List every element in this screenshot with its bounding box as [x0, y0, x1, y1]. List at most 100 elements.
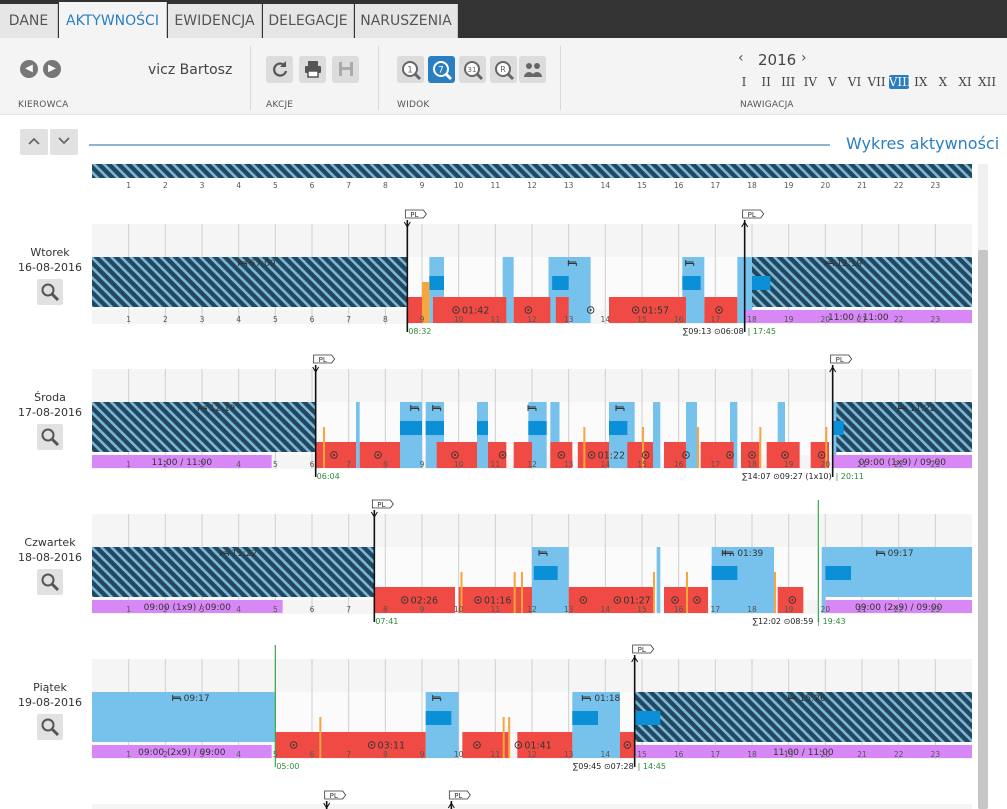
hour-tick-label: 23: [931, 460, 941, 469]
hour-tick-label: 14: [601, 315, 611, 324]
daily-summary: ∑09:13 ⊙06:08: [683, 327, 744, 336]
hour-tick-label: 10: [454, 315, 464, 324]
next-year-button[interactable]: ›: [801, 50, 807, 66]
lane-background: [92, 804, 972, 809]
hour-tick-label: 2: [163, 315, 168, 324]
month-12[interactable]: XII: [977, 75, 997, 89]
month-10[interactable]: X: [933, 75, 953, 89]
end-time: | 17:45: [748, 327, 776, 336]
print-button[interactable]: [299, 56, 326, 83]
hour-tick-label: 3: [200, 315, 205, 324]
hour-tick-label: 12: [527, 181, 537, 190]
work-mark: [653, 572, 655, 613]
scroll-up-button[interactable]: [20, 129, 48, 155]
section-title: Wykres aktywności: [846, 134, 1000, 153]
range-view-button[interactable]: R: [490, 56, 517, 83]
hour-tick-label: 13: [564, 315, 574, 324]
work-mark: [759, 427, 762, 468]
hour-tick-label: 22: [894, 315, 904, 324]
work-mark: [508, 717, 511, 758]
month-1[interactable]: I: [734, 75, 754, 89]
hour-tick-label: 6: [310, 750, 315, 759]
hour-tick-label: 11: [491, 605, 501, 614]
vertical-scrollbar[interactable]: [978, 164, 988, 809]
day-zoom-button[interactable]: [37, 569, 63, 595]
month-3[interactable]: III: [778, 75, 798, 89]
work-mark: [686, 572, 688, 613]
month-5[interactable]: V: [822, 75, 842, 89]
hour-tick-label: 1: [126, 605, 131, 614]
tab-naruszenia[interactable]: NARUSZENIA: [355, 4, 458, 38]
hour-tick-label: 21: [857, 750, 867, 759]
section-header: Wykres aktywności: [0, 122, 1007, 164]
search-icon: [41, 283, 60, 302]
rest-period-label: 09:00 (1x9) / 09:00: [144, 603, 232, 613]
scrollbar-thumb[interactable]: [978, 250, 988, 809]
separator: [560, 46, 561, 110]
group-label-kierowca: KIEROWCA: [18, 100, 69, 110]
availability-bar: [572, 711, 598, 725]
start-time: 08:32: [408, 327, 431, 336]
hour-tick-label: 21: [857, 181, 867, 190]
availability-bar: [425, 421, 444, 435]
hour-tick-label: 7: [346, 750, 351, 759]
day-view-button[interactable]: 1: [397, 56, 424, 83]
hour-tick-label: 12: [527, 460, 537, 469]
lane-day-4: 09:17 15:26 01:18 03:11 01:41 09:00 (2x9) / 0…: [92, 644, 972, 771]
range-view-icon: R: [494, 61, 514, 81]
day-zoom-button[interactable]: [37, 424, 63, 450]
availability-bar: [425, 711, 452, 725]
hour-tick-label: 14: [601, 750, 611, 759]
tab-ewidencja[interactable]: EWIDENCJA: [168, 4, 262, 38]
availability-bar: [400, 421, 422, 435]
work-mark: [513, 572, 516, 613]
hour-tick-label: 18: [747, 181, 757, 190]
day-zoom-button[interactable]: [37, 279, 63, 305]
lane-day-1: 67:00 12:19 01:42 01:57 11:00 / 11:00 1 2 3 4 5 6 7…: [92, 209, 972, 336]
hour-tick-label: 11: [491, 460, 501, 469]
week-view-button[interactable]: 7: [428, 56, 455, 83]
hour-tick-label: 6: [310, 460, 315, 469]
end-time: | 20:11: [836, 472, 864, 481]
hour-tick-label: 20: [821, 605, 831, 614]
month-6[interactable]: VI: [845, 75, 865, 89]
month-7[interactable]: VII: [867, 75, 887, 89]
month-8[interactable]: VIII: [888, 75, 912, 89]
hour-tick-label: 22: [894, 181, 904, 190]
hour-tick-label: 10: [454, 750, 464, 759]
separator: [378, 46, 379, 110]
hour-tick-label: 7: [346, 605, 351, 614]
day-label: Czwartek 18-08-2016: [2, 535, 98, 565]
month-11[interactable]: XI: [955, 75, 975, 89]
day-zoom-button[interactable]: [37, 714, 63, 740]
hour-tick-label: 22: [894, 460, 904, 469]
rest-right-label: 11:22: [910, 404, 936, 414]
month-4[interactable]: IV: [800, 75, 820, 89]
prev-year-button[interactable]: ‹: [738, 50, 744, 66]
month-9[interactable]: IX: [911, 75, 931, 89]
rest-left-label: 12:19: [209, 404, 235, 414]
save-button[interactable]: [332, 56, 359, 83]
scroll-down-button[interactable]: [50, 129, 78, 155]
month-view-icon: 31: [463, 61, 483, 81]
crew-button[interactable]: [519, 56, 546, 83]
group-label-akcje: AKCJE: [266, 100, 294, 110]
hour-tick-label: 16: [674, 605, 684, 614]
hour-tick-label: 5: [273, 460, 278, 469]
hour-tick-label: 3: [200, 460, 205, 469]
hour-tick-label: 16: [674, 315, 684, 324]
tab-dane[interactable]: DANE: [0, 4, 58, 38]
hour-tick-label: 10: [454, 605, 464, 614]
tab-delegacje[interactable]: DELEGACJE: [263, 4, 354, 38]
month-2[interactable]: II: [756, 75, 776, 89]
day-date: 19-08-2016: [18, 696, 82, 709]
tab-aktywnosci[interactable]: AKTYWNOŚCI: [59, 2, 167, 38]
availability-bar: [682, 276, 701, 290]
day-label: Wtorek 16-08-2016: [2, 245, 98, 275]
end-flag-label: PL: [638, 646, 646, 654]
next-driver-button[interactable]: ▶: [43, 60, 61, 78]
prev-driver-button[interactable]: ◀: [20, 60, 38, 78]
month-view-button[interactable]: 31: [459, 56, 486, 83]
hour-tick-label: 19: [784, 750, 794, 759]
refresh-button[interactable]: [266, 56, 293, 83]
